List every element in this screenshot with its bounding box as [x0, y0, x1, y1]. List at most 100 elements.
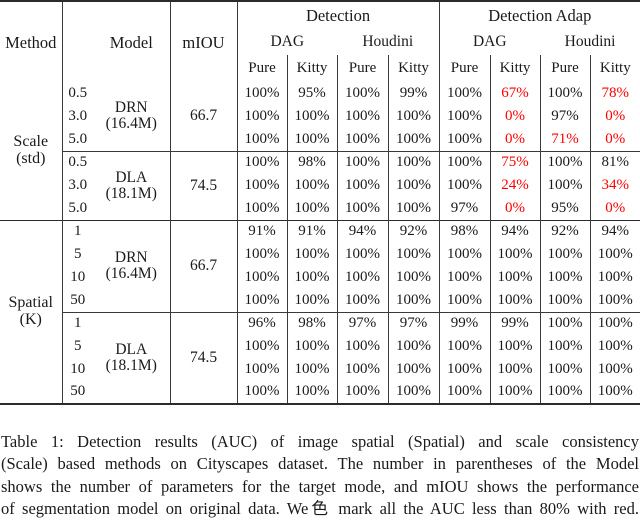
- result-cell: 100%: [286, 197, 337, 220]
- result-cell: 0%: [589, 197, 640, 220]
- result-cell: 100%: [336, 243, 388, 266]
- result-cell: 100%: [387, 128, 440, 151]
- result-cell: 78%: [589, 82, 640, 105]
- result-cell: 100%: [286, 289, 337, 312]
- result-cell: 92%: [539, 219, 591, 243]
- subcol-header-kitty-4: Kitty: [589, 55, 640, 82]
- result-cell: 100%: [336, 105, 388, 128]
- subcol-header-kitty-3: Kitty: [489, 55, 541, 82]
- result-cell: 99%: [489, 311, 541, 335]
- result-cell: 100%: [286, 105, 337, 128]
- result-cell: 100%: [539, 289, 591, 312]
- result-cell: 34%: [589, 174, 640, 197]
- result-cell: 91%: [286, 219, 337, 243]
- result-cell: 100%: [336, 150, 388, 174]
- subcol-header-pure-3: Pure: [438, 55, 491, 82]
- param-value: 1: [61, 219, 93, 243]
- result-cell: 100%: [489, 358, 541, 381]
- result-cell: 100%: [489, 381, 541, 404]
- model-name-line1: DLA: [115, 340, 148, 358]
- model-params: (16.4M): [105, 265, 157, 282]
- attack-header-houdini-detection: Houdini: [362, 32, 414, 50]
- result-cell: 100%: [336, 82, 388, 105]
- result-cell: 100%: [236, 266, 287, 289]
- result-cell: 100%: [236, 174, 287, 197]
- param-value: 3.0: [61, 174, 93, 197]
- model-name-line1: DRN: [114, 249, 148, 267]
- result-cell: 100%: [539, 335, 591, 358]
- result-cell: 100%: [539, 358, 591, 381]
- group-header-detection: Detection: [236, 0, 440, 28]
- result-cell: 100%: [236, 197, 287, 220]
- result-cell: 100%: [387, 150, 440, 174]
- result-cell: 100%: [236, 335, 287, 358]
- param-value: 3.0: [61, 105, 93, 128]
- result-cell: 100%: [539, 243, 591, 266]
- result-cell: 100%: [387, 243, 440, 266]
- result-cell: 100%: [438, 150, 491, 174]
- caption-line-1: Table 1: Detection results (AUC) of imag…: [1, 432, 639, 451]
- miou-value: 66.7: [169, 219, 237, 312]
- table-row: 1 DLA (18.1M) 74.5 96% 98% 97% 97% 99% 99% 100% 100…: [0, 311, 640, 404]
- subcol-header-pure-2: Pure: [336, 55, 388, 82]
- subcol-header-pure-4: Pure: [539, 55, 591, 82]
- result-cell: 100%: [438, 381, 491, 404]
- table-row: Scale (std) 0.5 DRN (16.4M) 66.7 100% 95% 100% 99…: [0, 82, 640, 167]
- result-cell: 81%: [589, 150, 640, 174]
- result-cell: 96%: [236, 311, 287, 335]
- result-cell: 99%: [387, 82, 440, 105]
- result-cell: 100%: [438, 174, 491, 197]
- group-header-detection-adap: Detection Adap: [438, 0, 640, 28]
- result-cell: 98%: [286, 311, 337, 335]
- result-cell: 100%: [489, 335, 541, 358]
- result-cell: 100%: [236, 243, 287, 266]
- param-value: 5.0: [61, 197, 93, 220]
- result-cell: 100%: [236, 381, 287, 404]
- result-cell: 100%: [286, 243, 337, 266]
- result-cell: 100%: [336, 174, 388, 197]
- result-cell: 100%: [387, 197, 440, 220]
- param-value: 5.0: [61, 128, 93, 151]
- section-label-line2: (K): [19, 310, 42, 328]
- result-cell: 95%: [539, 197, 591, 220]
- result-cell: 97%: [539, 105, 591, 128]
- result-cell: 100%: [336, 289, 388, 312]
- result-cell: 100%: [387, 289, 440, 312]
- param-value: 50: [61, 289, 93, 312]
- result-cell: 100%: [539, 150, 591, 174]
- result-cell: 100%: [539, 266, 591, 289]
- result-cell: 100%: [589, 243, 640, 266]
- model-name: DLA (18.1M): [93, 311, 170, 404]
- param-value: 1: [61, 311, 93, 335]
- result-cell: 95%: [286, 82, 337, 105]
- subcol-header-kitty-2: Kitty: [387, 55, 440, 82]
- attack-header-dag-detection: DAG: [236, 28, 337, 55]
- result-cell: 100%: [489, 243, 541, 266]
- result-cell: 100%: [387, 335, 440, 358]
- result-cell: 100%: [336, 197, 388, 220]
- result-cell: 100%: [336, 128, 388, 151]
- col-header-param: [61, 0, 93, 82]
- result-cell: 94%: [336, 219, 388, 243]
- result-cell: 100%: [589, 311, 640, 335]
- result-cell: 100%: [438, 128, 491, 151]
- result-cell: 91%: [236, 219, 287, 243]
- result-cell: 100%: [236, 358, 287, 381]
- miou-value: 74.5: [169, 311, 237, 404]
- result-cell: 0%: [489, 128, 541, 151]
- col-header-method: Method: [0, 0, 62, 82]
- result-cell: 100%: [438, 358, 491, 381]
- result-cell: 100%: [286, 358, 337, 381]
- result-cell: 100%: [539, 381, 591, 404]
- result-cell: 100%: [387, 105, 440, 128]
- result-cell: 100%: [387, 381, 440, 404]
- result-cell: 100%: [236, 128, 287, 151]
- result-cell: 100%: [387, 174, 440, 197]
- result-cell: 100%: [236, 289, 287, 312]
- result-cell: 100%: [286, 174, 337, 197]
- result-cell: 100%: [489, 289, 541, 312]
- section-label-spatial: Spatial (K): [0, 219, 62, 404]
- caption-line-4: of segmentation model on original data. …: [1, 499, 639, 519]
- model-name-line1: DLA: [115, 168, 148, 186]
- attack-header-houdini-adap: Houdini: [564, 32, 616, 50]
